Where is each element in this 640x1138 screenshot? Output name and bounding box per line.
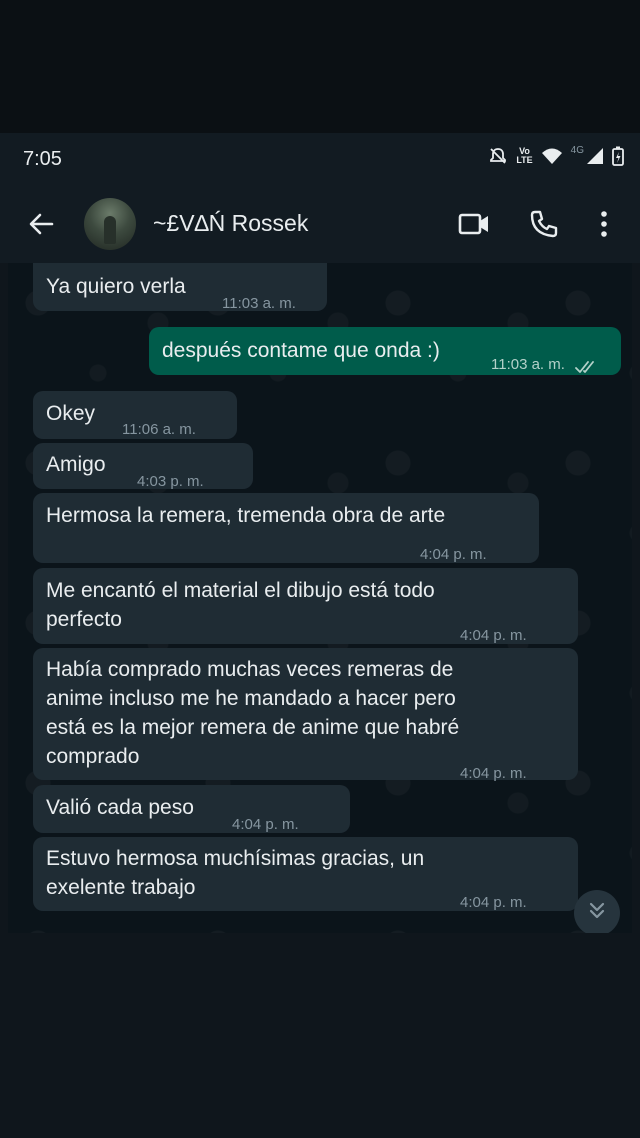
mute-icon xyxy=(488,146,508,166)
message-time: 11:06 a. m. xyxy=(122,421,196,438)
message-text: Okey xyxy=(46,402,96,425)
message-time: 4:04 p. m. xyxy=(460,894,527,911)
message-time: 11:03 a. m. xyxy=(222,295,296,312)
chat-area[interactable]: Ya quiero verla 11:03 a. m. después cont… xyxy=(8,263,632,933)
message-text-line: Había comprado muchas veces remeras de xyxy=(46,658,454,681)
message-text: Hermosa la remera, tremenda obra de arte xyxy=(46,504,446,527)
message-time: 4:04 p. m. xyxy=(420,546,487,563)
network-type: 4G xyxy=(570,144,584,156)
more-options-icon[interactable] xyxy=(596,209,612,244)
bottom-letterbox xyxy=(0,933,640,1138)
message-time: 4:04 p. m. xyxy=(460,765,527,782)
message-text-line: está es la mejor remera de anime que hab… xyxy=(46,716,460,739)
message-bubble[interactable]: Ya quiero verla 11:03 a. m. xyxy=(33,263,327,312)
avatar[interactable] xyxy=(84,198,136,250)
scroll-down-icon xyxy=(586,900,608,927)
message-bubble[interactable]: Valió cada peso 4:04 p. m. xyxy=(33,785,350,833)
top-letterbox xyxy=(0,0,640,133)
message-text: Valió cada peso xyxy=(46,796,194,819)
message-text-line: perfecto xyxy=(46,608,122,631)
battery-icon xyxy=(612,146,624,166)
chat-header: ~£V∆Ń Rossek xyxy=(0,185,640,263)
message-text-line: anime incluso me he mandado a hacer pero xyxy=(46,687,456,710)
volte-icon: Vo LTE xyxy=(516,146,533,165)
message-text-line: Estuvo hermosa muchísimas gracias, un xyxy=(46,847,425,870)
message-bubble[interactable]: Okey 11:06 a. m. xyxy=(33,391,237,439)
signal-icon xyxy=(586,147,604,165)
message-bubble[interactable]: Estuvo hermosa muchísimas gracias, un ex… xyxy=(33,837,578,911)
video-call-icon[interactable] xyxy=(458,209,490,244)
back-arrow-icon[interactable] xyxy=(26,209,56,244)
message-bubble[interactable]: Hermosa la remera, tremenda obra de arte… xyxy=(33,493,539,563)
message-text-line: comprado xyxy=(46,745,140,768)
voice-call-icon[interactable] xyxy=(529,209,559,244)
message-time: 4:04 p. m. xyxy=(232,816,299,833)
message-time: 11:03 a. m. xyxy=(491,356,565,373)
message-bubble[interactable]: Amigo 4:03 p. m. xyxy=(33,443,253,490)
contact-name[interactable]: ~£V∆Ń Rossek xyxy=(153,210,308,237)
message-text: Amigo xyxy=(46,453,106,476)
message-text-line: Me encantó el material el dibujo está to… xyxy=(46,579,435,602)
status-bar: 7:05 Vo LTE 4G xyxy=(0,133,640,185)
message-bubble-outgoing[interactable]: después contame que onda :) 11:03 a. m. xyxy=(149,327,621,375)
message-text: después contame que onda :) xyxy=(162,339,440,362)
message-text: Ya quiero verla xyxy=(46,275,186,298)
message-bubble[interactable]: Me encantó el material el dibujo está to… xyxy=(33,568,578,644)
double-check-icon xyxy=(575,353,599,382)
wifi-icon xyxy=(541,147,563,165)
message-time: 4:04 p. m. xyxy=(460,627,527,644)
status-icons: Vo LTE 4G xyxy=(488,144,624,166)
status-time: 7:05 xyxy=(23,148,62,170)
message-bubble[interactable]: Había comprado muchas veces remeras de a… xyxy=(33,648,578,782)
message-text-line: exelente trabajo xyxy=(46,876,196,899)
scroll-to-bottom-button[interactable] xyxy=(574,890,620,936)
message-time: 4:03 p. m. xyxy=(137,473,204,490)
